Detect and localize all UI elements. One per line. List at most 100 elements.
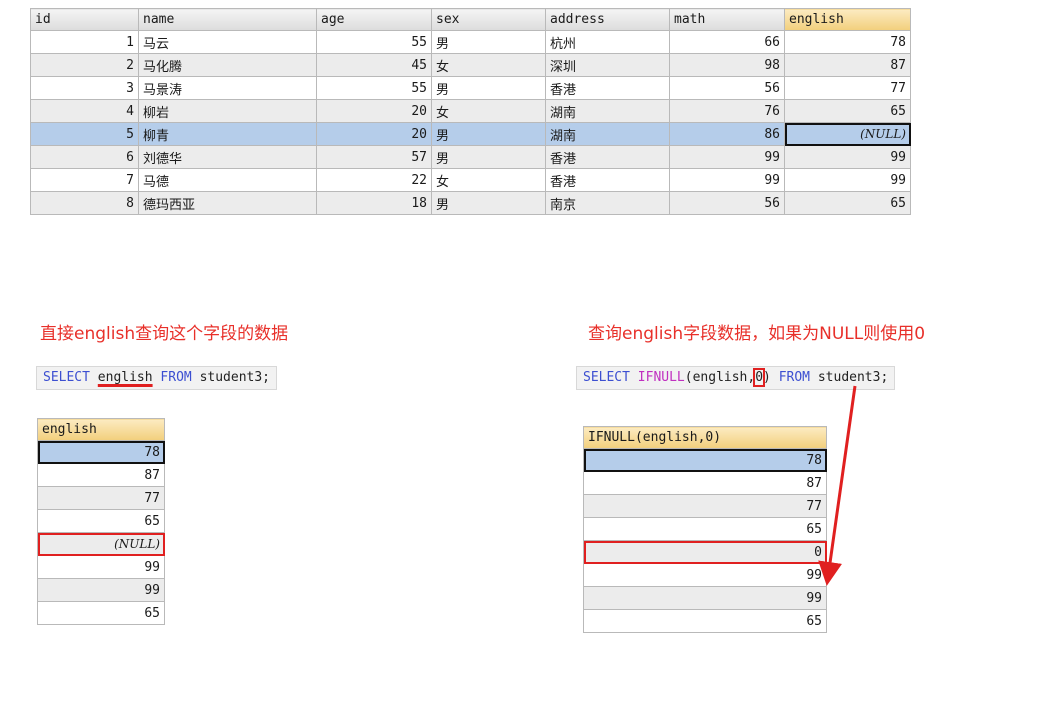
cell-name[interactable]: 马德 xyxy=(138,168,317,192)
cell-value[interactable]: 99 xyxy=(583,563,827,587)
table-row[interactable]: (NULL) xyxy=(37,532,165,556)
cell-math[interactable]: 66 xyxy=(669,30,785,54)
cell-address[interactable]: 香港 xyxy=(545,145,670,169)
cell-sex[interactable]: 男 xyxy=(431,76,546,100)
table-row[interactable]: 78 xyxy=(583,448,827,472)
cell-math[interactable]: 86 xyxy=(669,122,785,146)
cell-math[interactable]: 98 xyxy=(669,53,785,77)
cell-value[interactable]: 99 xyxy=(37,578,165,602)
cell-age[interactable]: 20 xyxy=(316,122,432,146)
table-row[interactable]: 65 xyxy=(583,517,827,541)
cell-value[interactable]: 0 xyxy=(583,540,827,564)
cell-english[interactable]: 99 xyxy=(784,145,911,169)
cell-address[interactable]: 杭州 xyxy=(545,30,670,54)
table-row[interactable]: 77 xyxy=(37,486,165,510)
cell-id[interactable]: 7 xyxy=(30,168,139,192)
column-header-ifnull[interactable]: IFNULL(english,0) xyxy=(583,426,827,449)
cell-english[interactable]: 87 xyxy=(784,53,911,77)
cell-value[interactable]: 65 xyxy=(37,509,165,533)
cell-math[interactable]: 99 xyxy=(669,145,785,169)
cell-value[interactable]: (NULL) xyxy=(37,532,165,556)
cell-address[interactable]: 香港 xyxy=(545,168,670,192)
column-header-english[interactable]: english xyxy=(37,418,165,441)
cell-math[interactable]: 99 xyxy=(669,168,785,192)
table-row[interactable]: 87 xyxy=(583,471,827,495)
table-row[interactable]: 65 xyxy=(37,601,165,625)
table-row[interactable]: 65 xyxy=(583,609,827,633)
cell-value[interactable]: 65 xyxy=(583,609,827,633)
cell-id[interactable]: 4 xyxy=(30,99,139,123)
table-row[interactable]: 99 xyxy=(37,578,165,602)
column-header-age[interactable]: age xyxy=(316,8,432,31)
table-row[interactable]: 99 xyxy=(583,563,827,587)
table-row[interactable]: 8 德玛西亚 18 男南京 56 65 xyxy=(30,191,911,215)
cell-name[interactable]: 柳岩 xyxy=(138,99,317,123)
table-row[interactable]: 1 马云 55 男杭州 66 78 xyxy=(30,30,911,54)
cell-id[interactable]: 8 xyxy=(30,191,139,215)
cell-english[interactable]: 78 xyxy=(784,30,911,54)
cell-id[interactable]: 3 xyxy=(30,76,139,100)
cell-value[interactable]: 78 xyxy=(37,440,165,464)
cell-address[interactable]: 湖南 xyxy=(545,122,670,146)
right-sql-query[interactable]: SELECT IFNULL(english,0) FROM student3; xyxy=(576,366,896,390)
cell-sex[interactable]: 男 xyxy=(431,30,546,54)
cell-name[interactable]: 刘德华 xyxy=(138,145,317,169)
cell-sex[interactable]: 女 xyxy=(431,53,546,77)
table-row[interactable]: 87 xyxy=(37,463,165,487)
table-row[interactable]: 99 xyxy=(583,586,827,610)
table-row[interactable]: 6 刘德华 57 男香港 99 99 xyxy=(30,145,911,169)
cell-address[interactable]: 南京 xyxy=(545,191,670,215)
cell-name[interactable]: 马景涛 xyxy=(138,76,317,100)
cell-value[interactable]: 99 xyxy=(583,586,827,610)
cell-address[interactable]: 湖南 xyxy=(545,99,670,123)
table-row[interactable]: 7 马德 22 女香港 99 99 xyxy=(30,168,911,192)
column-header-english[interactable]: english xyxy=(784,8,911,31)
column-header-sex[interactable]: sex xyxy=(431,8,546,31)
cell-sex[interactable]: 男 xyxy=(431,145,546,169)
cell-sex[interactable]: 女 xyxy=(431,99,546,123)
table-row[interactable]: 0 xyxy=(583,540,827,564)
cell-age[interactable]: 22 xyxy=(316,168,432,192)
cell-math[interactable]: 56 xyxy=(669,191,785,215)
left-sql-query[interactable]: SELECT english FROM student3; xyxy=(36,366,278,390)
table-row[interactable]: 65 xyxy=(37,509,165,533)
cell-value[interactable]: 78 xyxy=(583,448,827,472)
cell-name[interactable]: 德玛西亚 xyxy=(138,191,317,215)
cell-english[interactable]: 65 xyxy=(784,99,911,123)
table-row[interactable]: 2 马化腾 45 女深圳 98 87 xyxy=(30,53,911,77)
table-row[interactable]: 99 xyxy=(37,555,165,579)
cell-id[interactable]: 5 xyxy=(30,122,139,146)
cell-name[interactable]: 马云 xyxy=(138,30,317,54)
cell-age[interactable]: 18 xyxy=(316,191,432,215)
table-row[interactable]: 78 xyxy=(37,440,165,464)
cell-value[interactable]: 77 xyxy=(37,486,165,510)
table-row[interactable]: 5 柳青 20 男湖南 86 (NULL) xyxy=(30,122,911,146)
cell-age[interactable]: 55 xyxy=(316,30,432,54)
cell-value[interactable]: 87 xyxy=(37,463,165,487)
column-header-id[interactable]: id xyxy=(30,8,139,31)
cell-age[interactable]: 57 xyxy=(316,145,432,169)
cell-value[interactable]: 99 xyxy=(37,555,165,579)
cell-value[interactable]: 77 xyxy=(583,494,827,518)
cell-sex[interactable]: 女 xyxy=(431,168,546,192)
cell-sex[interactable]: 男 xyxy=(431,191,546,215)
cell-name[interactable]: 马化腾 xyxy=(138,53,317,77)
cell-age[interactable]: 45 xyxy=(316,53,432,77)
cell-id[interactable]: 2 xyxy=(30,53,139,77)
cell-id[interactable]: 6 xyxy=(30,145,139,169)
column-header-math[interactable]: math xyxy=(669,8,785,31)
cell-english[interactable]: (NULL) xyxy=(784,122,911,146)
cell-address[interactable]: 香港 xyxy=(545,76,670,100)
cell-name[interactable]: 柳青 xyxy=(138,122,317,146)
cell-english[interactable]: 99 xyxy=(784,168,911,192)
column-header-address[interactable]: address xyxy=(545,8,670,31)
cell-age[interactable]: 55 xyxy=(316,76,432,100)
cell-value[interactable]: 65 xyxy=(583,517,827,541)
cell-english[interactable]: 77 xyxy=(784,76,911,100)
table-row[interactable]: 3 马景涛 55 男香港 56 77 xyxy=(30,76,911,100)
cell-english[interactable]: 65 xyxy=(784,191,911,215)
cell-id[interactable]: 1 xyxy=(30,30,139,54)
table-row[interactable]: 77 xyxy=(583,494,827,518)
cell-age[interactable]: 20 xyxy=(316,99,432,123)
cell-value[interactable]: 87 xyxy=(583,471,827,495)
